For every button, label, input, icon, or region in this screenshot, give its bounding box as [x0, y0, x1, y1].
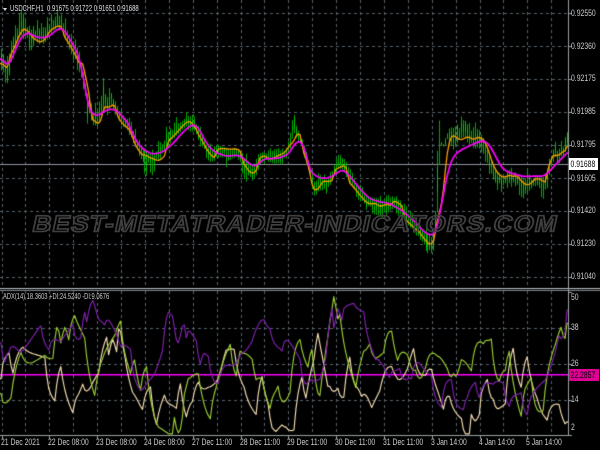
- time-axis-label: 4 Jan 14:00: [478, 437, 515, 447]
- time-axis-label: 22 Dec 08:00: [48, 437, 89, 447]
- time-axis-label: 30 Dec 11:00: [335, 437, 376, 447]
- price-axis-label: 0.91420: [571, 205, 596, 216]
- indicator-axis-label: 14: [571, 394, 579, 404]
- indicator-axis-label: 2: [571, 422, 575, 432]
- time-axis-label: 21 Dec 2021: [0, 437, 40, 447]
- time-axis-label: 24 Dec 08:00: [143, 437, 185, 447]
- price-axis-label: 0.91040: [571, 271, 596, 282]
- time-axis-label: 28 Dec 11:00: [239, 437, 280, 447]
- chart-header: USDCHF,H1 0.91675 0.91722 0.91651 0.9168…: [3, 4, 182, 13]
- mt4-chart-window: USDCHF,H1 0.91675 0.91722 0.91651 0.9168…: [0, 0, 600, 450]
- price-axis-label: 0.92360: [571, 40, 596, 51]
- watermark-text: BEST-METATRADER-INDICATORS.COM: [29, 210, 561, 238]
- current-bid-price-box: 0.91688: [569, 157, 598, 170]
- price-axis-label: 0.91230: [571, 238, 596, 249]
- price-axis-label: 0.91605: [571, 172, 596, 183]
- one-click-trading-arrow-icon[interactable]: [3, 7, 7, 11]
- price-axis-label: 0.92550: [571, 7, 596, 18]
- price-axis-label: 0.92175: [571, 73, 596, 84]
- time-axis-label: 29 Dec 11:00: [287, 437, 328, 447]
- indicator-axis-label: 38: [571, 322, 579, 333]
- price-box-value: 0.91688: [570, 158, 596, 169]
- time-axis-label: 27 Dec 11:00: [191, 437, 232, 447]
- indicator-axis-label: 26: [571, 358, 579, 369]
- symbol-ohlc-readout: USDCHF,H1 0.91675 0.91722 0.91651 0.9168…: [10, 4, 139, 13]
- price-axis-label: 0.91985: [571, 106, 596, 117]
- level-box-value: 22.2857: [570, 369, 596, 380]
- indicator-axis-label: 50: [571, 291, 579, 302]
- time-axis-label: 3 Jan 14:00: [430, 437, 467, 447]
- time-axis-label: 5 Jan 14:00: [526, 437, 563, 447]
- price-axis-label: 0.91795: [571, 139, 596, 150]
- indicator-level-value-box: 22.2857: [569, 368, 599, 381]
- indicator-name-values-label: ADX(14) 18.3603 +DI:24.5240 -DI:9.0676: [3, 292, 110, 301]
- time-axis-label: 31 Dec 11:00: [382, 437, 424, 447]
- time-axis-label: 23 Dec 08:00: [96, 437, 137, 447]
